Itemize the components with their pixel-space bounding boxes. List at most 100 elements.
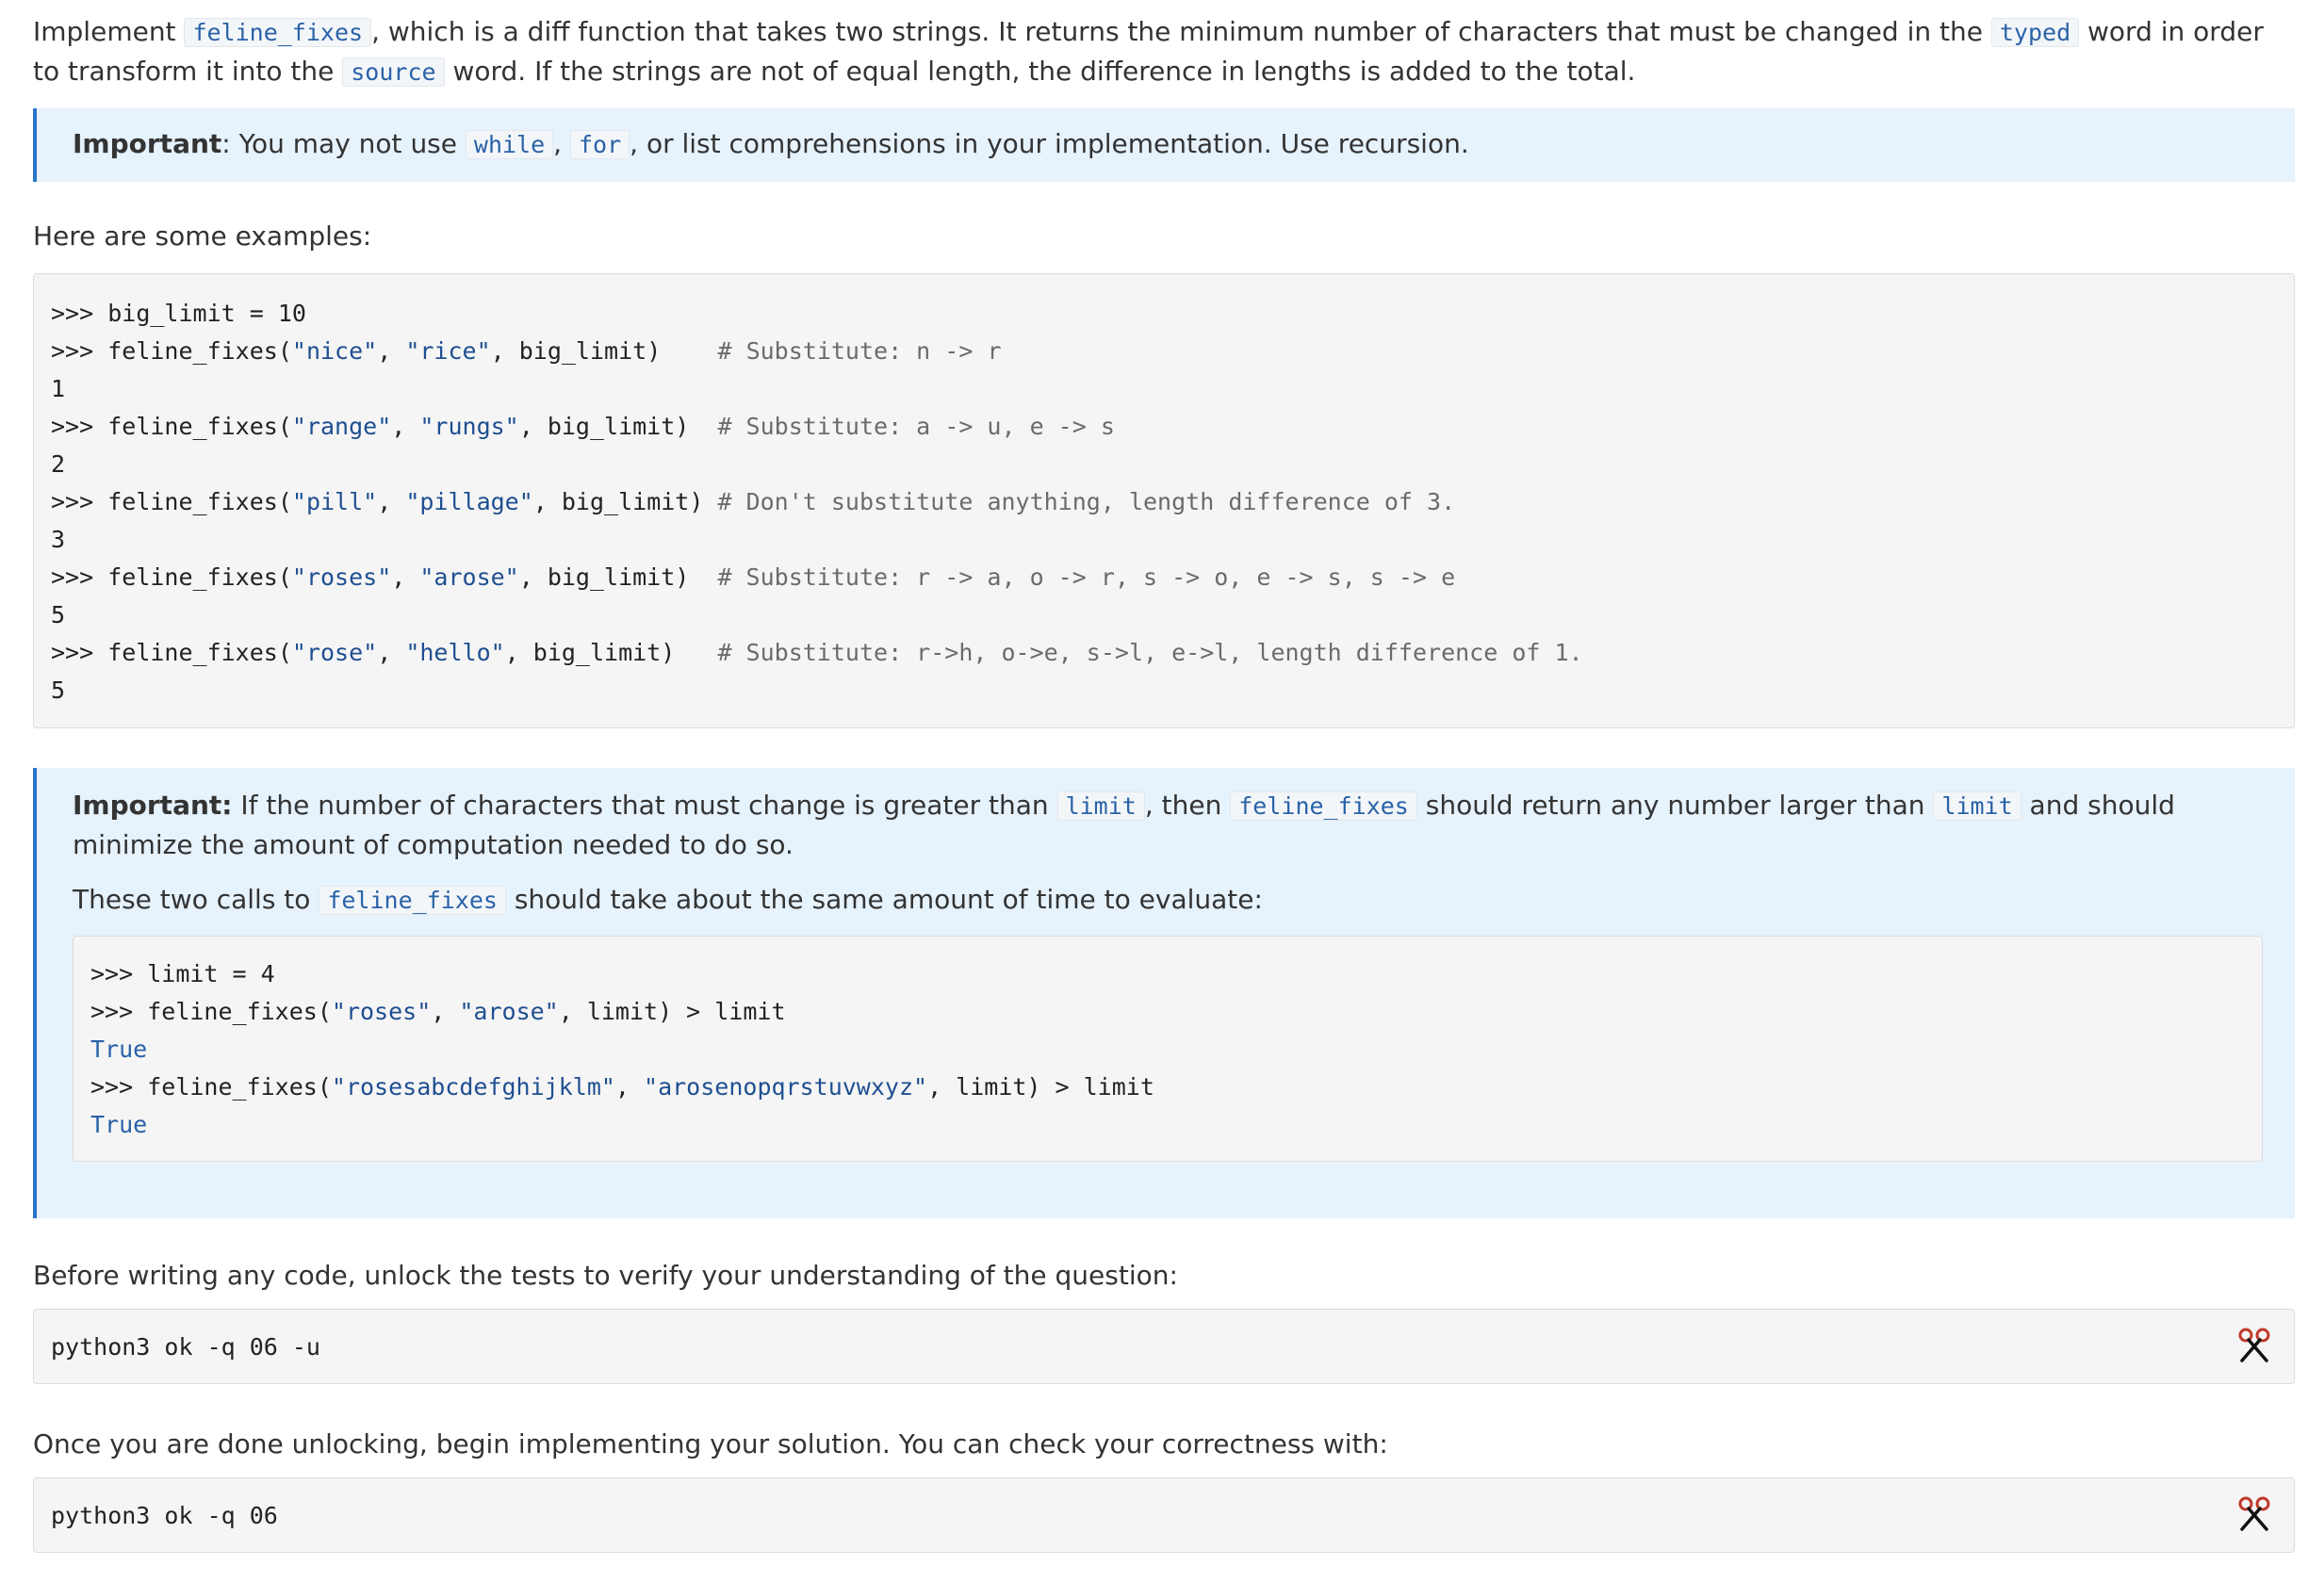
callout-text: : You may not use [221, 128, 466, 159]
code-input-line: >>> feline_fixes("rose", "hello", big_li… [51, 634, 2294, 672]
inline-code-source: source [342, 57, 445, 87]
intro-text: word. If the strings are not of equal le… [444, 56, 1636, 87]
code-text: , [377, 639, 406, 666]
scissors-icon[interactable] [2235, 1327, 2273, 1364]
code-text: feline_fixes( [107, 337, 292, 365]
inline-code-limit: limit [1933, 791, 2021, 821]
code-comment: # Substitute: a -> u, e -> s [717, 413, 1115, 440]
prompt: >>> [51, 413, 108, 440]
string-literal: "nice" [291, 337, 378, 365]
string-literal: "pillage" [405, 488, 533, 515]
code-output-line: True [90, 1106, 2262, 1144]
output-value: True [90, 1036, 148, 1063]
code-text: feline_fixes( [107, 639, 292, 666]
prompt: >>> [51, 639, 108, 666]
code-text: , [391, 563, 420, 591]
code-padding [689, 413, 717, 440]
code-output-line: 5 [51, 672, 2294, 709]
code-text: feline_fixes( [147, 998, 332, 1025]
callout-text: should take about the same amount of tim… [505, 884, 1263, 915]
code-text: limit = 4 [147, 960, 275, 987]
string-literal: "roses" [291, 563, 392, 591]
page: Implement feline_fixes, which is a diff … [0, 0, 2324, 1582]
code-comment: # Don't substitute anything, length diff… [717, 488, 1456, 515]
important-label: Important [73, 128, 222, 159]
string-literal: "rose" [291, 639, 378, 666]
inline-code-typed: typed [1990, 18, 2080, 47]
examples-heading: Here are some examples: [33, 220, 372, 252]
prompt: >>> [51, 563, 108, 591]
output-value: 1 [51, 375, 66, 402]
code-output-line: 1 [51, 370, 2294, 408]
check-command-block[interactable]: python3 ok -q 06 [33, 1477, 2295, 1553]
code-text: feline_fixes( [107, 413, 292, 440]
code-text: , big_limit) [504, 639, 676, 666]
inline-code-feline-fixes: feline_fixes [184, 18, 372, 47]
string-literal: "arose" [419, 563, 519, 591]
code-text: feline_fixes( [107, 563, 292, 591]
code-input-line: >>> limit = 4 [90, 955, 2262, 993]
code-padding [661, 337, 717, 365]
examples-code-block[interactable]: >>> big_limit = 10 >>> feline_fixes("nice… [33, 273, 2295, 728]
intro-paragraph: Implement feline_fixes, which is a diff … [33, 12, 2295, 91]
callout-text: should return any number larger than [1416, 790, 1934, 821]
code-text: , [391, 413, 420, 440]
code-padding [689, 563, 717, 591]
code-comment: # Substitute: r->h, o->e, s->l, e->l, le… [717, 639, 1583, 666]
scissors-icon[interactable] [2235, 1495, 2273, 1533]
string-literal: "hello" [405, 639, 505, 666]
important-callout-recursion: Important: You may not use while, for, o… [33, 108, 2295, 182]
code-text: big_limit = 10 [107, 300, 306, 327]
code-text: , limit) > limit [927, 1073, 1154, 1101]
code-output-line: 5 [51, 596, 2294, 634]
callout-text: , [553, 128, 570, 159]
code-input-line: >>> feline_fixes("roses", "arose", limit… [90, 993, 2262, 1031]
callout-text: , or list comprehensions in your impleme… [630, 128, 1469, 159]
code-comment: # Substitute: n -> r [717, 337, 1002, 365]
string-literal: "arose" [459, 998, 559, 1025]
string-literal: "pill" [291, 488, 378, 515]
code-input-line: >>> feline_fixes("rosesabcdefghijklm", "… [90, 1068, 2262, 1106]
output-value: True [90, 1111, 148, 1138]
code-input-line: >>> big_limit = 10 [51, 295, 2294, 333]
string-literal: "roses" [331, 998, 432, 1025]
code-input-line: >>> feline_fixes("nice", "rice", big_lim… [51, 333, 2294, 370]
code-text: , big_limit) [518, 563, 690, 591]
check-instructions: Once you are done unlocking, begin imple… [33, 1428, 1388, 1460]
prompt: >>> [90, 960, 148, 987]
output-value: 3 [51, 526, 66, 553]
output-value: 5 [51, 677, 66, 704]
code-text: , [377, 488, 406, 515]
important-callout-limit: Important: If the number of characters t… [33, 768, 2295, 1218]
code-padding [675, 639, 717, 666]
callout-text: , then [1144, 790, 1231, 821]
limit-code-block[interactable]: >>> limit = 4 >>> feline_fixes("roses", "… [73, 936, 2263, 1162]
code-input-line: >>> feline_fixes("roses", "arose", big_l… [51, 559, 2294, 596]
inline-code-feline-fixes: feline_fixes [1230, 791, 1417, 821]
code-output-line: 2 [51, 446, 2294, 483]
code-text: , big_limit) [532, 488, 704, 515]
code-text: , [431, 998, 460, 1025]
inline-code-while: while [465, 130, 554, 159]
output-value: 2 [51, 450, 66, 478]
code-text: , big_limit) [490, 337, 662, 365]
prompt: >>> [90, 1073, 148, 1101]
string-literal: "arosenopqrstuvwxyz" [644, 1073, 928, 1101]
prompt: >>> [51, 300, 108, 327]
code-comment: # Substitute: r -> a, o -> r, s -> o, e … [717, 563, 1456, 591]
inline-code-feline-fixes: feline_fixes [319, 886, 506, 915]
prompt: >>> [90, 998, 148, 1025]
unlock-instructions: Before writing any code, unlock the test… [33, 1260, 1178, 1291]
code-text: feline_fixes( [147, 1073, 332, 1101]
code-padding [703, 488, 717, 515]
code-text: , [614, 1073, 645, 1101]
output-value: 5 [51, 601, 66, 628]
unlock-command[interactable]: python3 ok -q 06 -u [51, 1329, 2294, 1366]
code-text: , limit) > limit [558, 998, 786, 1025]
check-command[interactable]: python3 ok -q 06 [51, 1497, 2294, 1535]
intro-text: , which is a diff function that takes tw… [371, 16, 1991, 47]
inline-code-for: for [569, 130, 630, 159]
code-text: , big_limit) [518, 413, 690, 440]
unlock-command-block[interactable]: python3 ok -q 06 -u [33, 1309, 2295, 1384]
string-literal: "range" [291, 413, 392, 440]
